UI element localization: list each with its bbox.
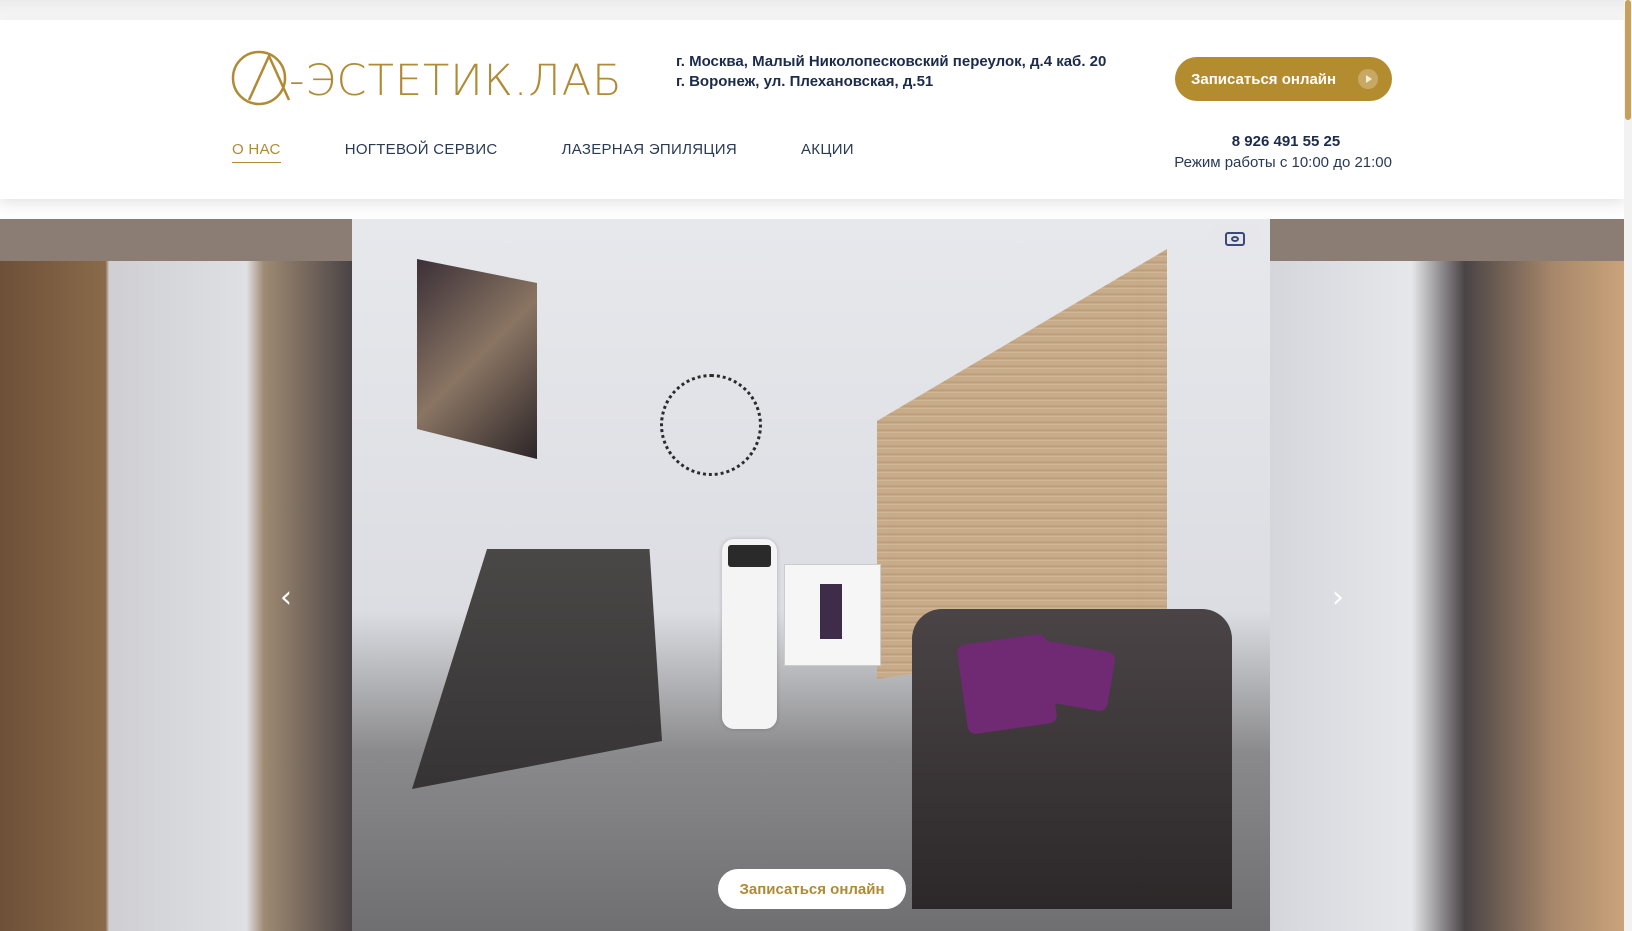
- treatment-bed: [412, 549, 662, 789]
- play-icon: [1358, 69, 1378, 89]
- scrollbar[interactable]: [1624, 0, 1632, 931]
- nav-item-nail-service[interactable]: НОГТЕВОЙ СЕРВИС: [345, 141, 498, 163]
- book-online-label: Записаться онлайн: [1191, 70, 1337, 88]
- wall-clock: [660, 374, 762, 476]
- phone-number[interactable]: 8 926 491 55 25: [1150, 133, 1392, 150]
- top-strip: [0, 0, 1624, 20]
- contact-block: 8 926 491 55 25 Режим работы с 10:00 до …: [1150, 133, 1392, 171]
- nav-item-about[interactable]: О НАС: [232, 141, 281, 163]
- device-screen: [728, 545, 771, 567]
- chevron-left-icon[interactable]: ‹: [274, 578, 298, 618]
- working-hours: Режим работы с 10:00 до 21:00: [1174, 154, 1392, 171]
- gallery-slide-prev[interactable]: [0, 261, 352, 931]
- gallery-slide-next[interactable]: [1270, 261, 1624, 931]
- address-voronezh: г. Воронеж, ул. Плехановская, д.51: [676, 73, 934, 90]
- expand-icon[interactable]: [1208, 224, 1262, 254]
- logo[interactable]: -ЭСТЕТИК.ЛАБ: [231, 48, 631, 110]
- gallery-book-online-button[interactable]: Записаться онлайн: [718, 869, 906, 909]
- site-header: -ЭСТЕТИК.ЛАБ г. Москва, Малый Николопеск…: [0, 20, 1624, 199]
- wall-art: [417, 259, 537, 459]
- book-online-button[interactable]: Записаться онлайн: [1175, 57, 1392, 101]
- gallery-carousel: [0, 219, 1624, 931]
- towel: [820, 584, 842, 639]
- scrollbar-thumb[interactable]: [1625, 0, 1631, 120]
- logo-text: -ЭСТЕТИК.ЛАБ: [289, 56, 623, 106]
- main-nav: О НАС НОГТЕВОЙ СЕРВИС ЛАЗЕРНАЯ ЭПИЛЯЦИЯ …: [232, 141, 918, 163]
- nav-item-laser-epilation[interactable]: ЛАЗЕРНАЯ ЭПИЛЯЦИЯ: [562, 141, 737, 163]
- addresses: г. Москва, Малый Николопесковский переул…: [676, 54, 1116, 89]
- nav-item-promotions[interactable]: АКЦИИ: [801, 141, 854, 163]
- address-moscow: г. Москва, Малый Николопесковский переул…: [676, 53, 1107, 70]
- logo-mark-icon: [231, 50, 291, 106]
- chevron-right-icon[interactable]: ›: [1326, 578, 1350, 618]
- laser-device: [722, 539, 777, 729]
- gallery-slide-current[interactable]: [352, 219, 1270, 931]
